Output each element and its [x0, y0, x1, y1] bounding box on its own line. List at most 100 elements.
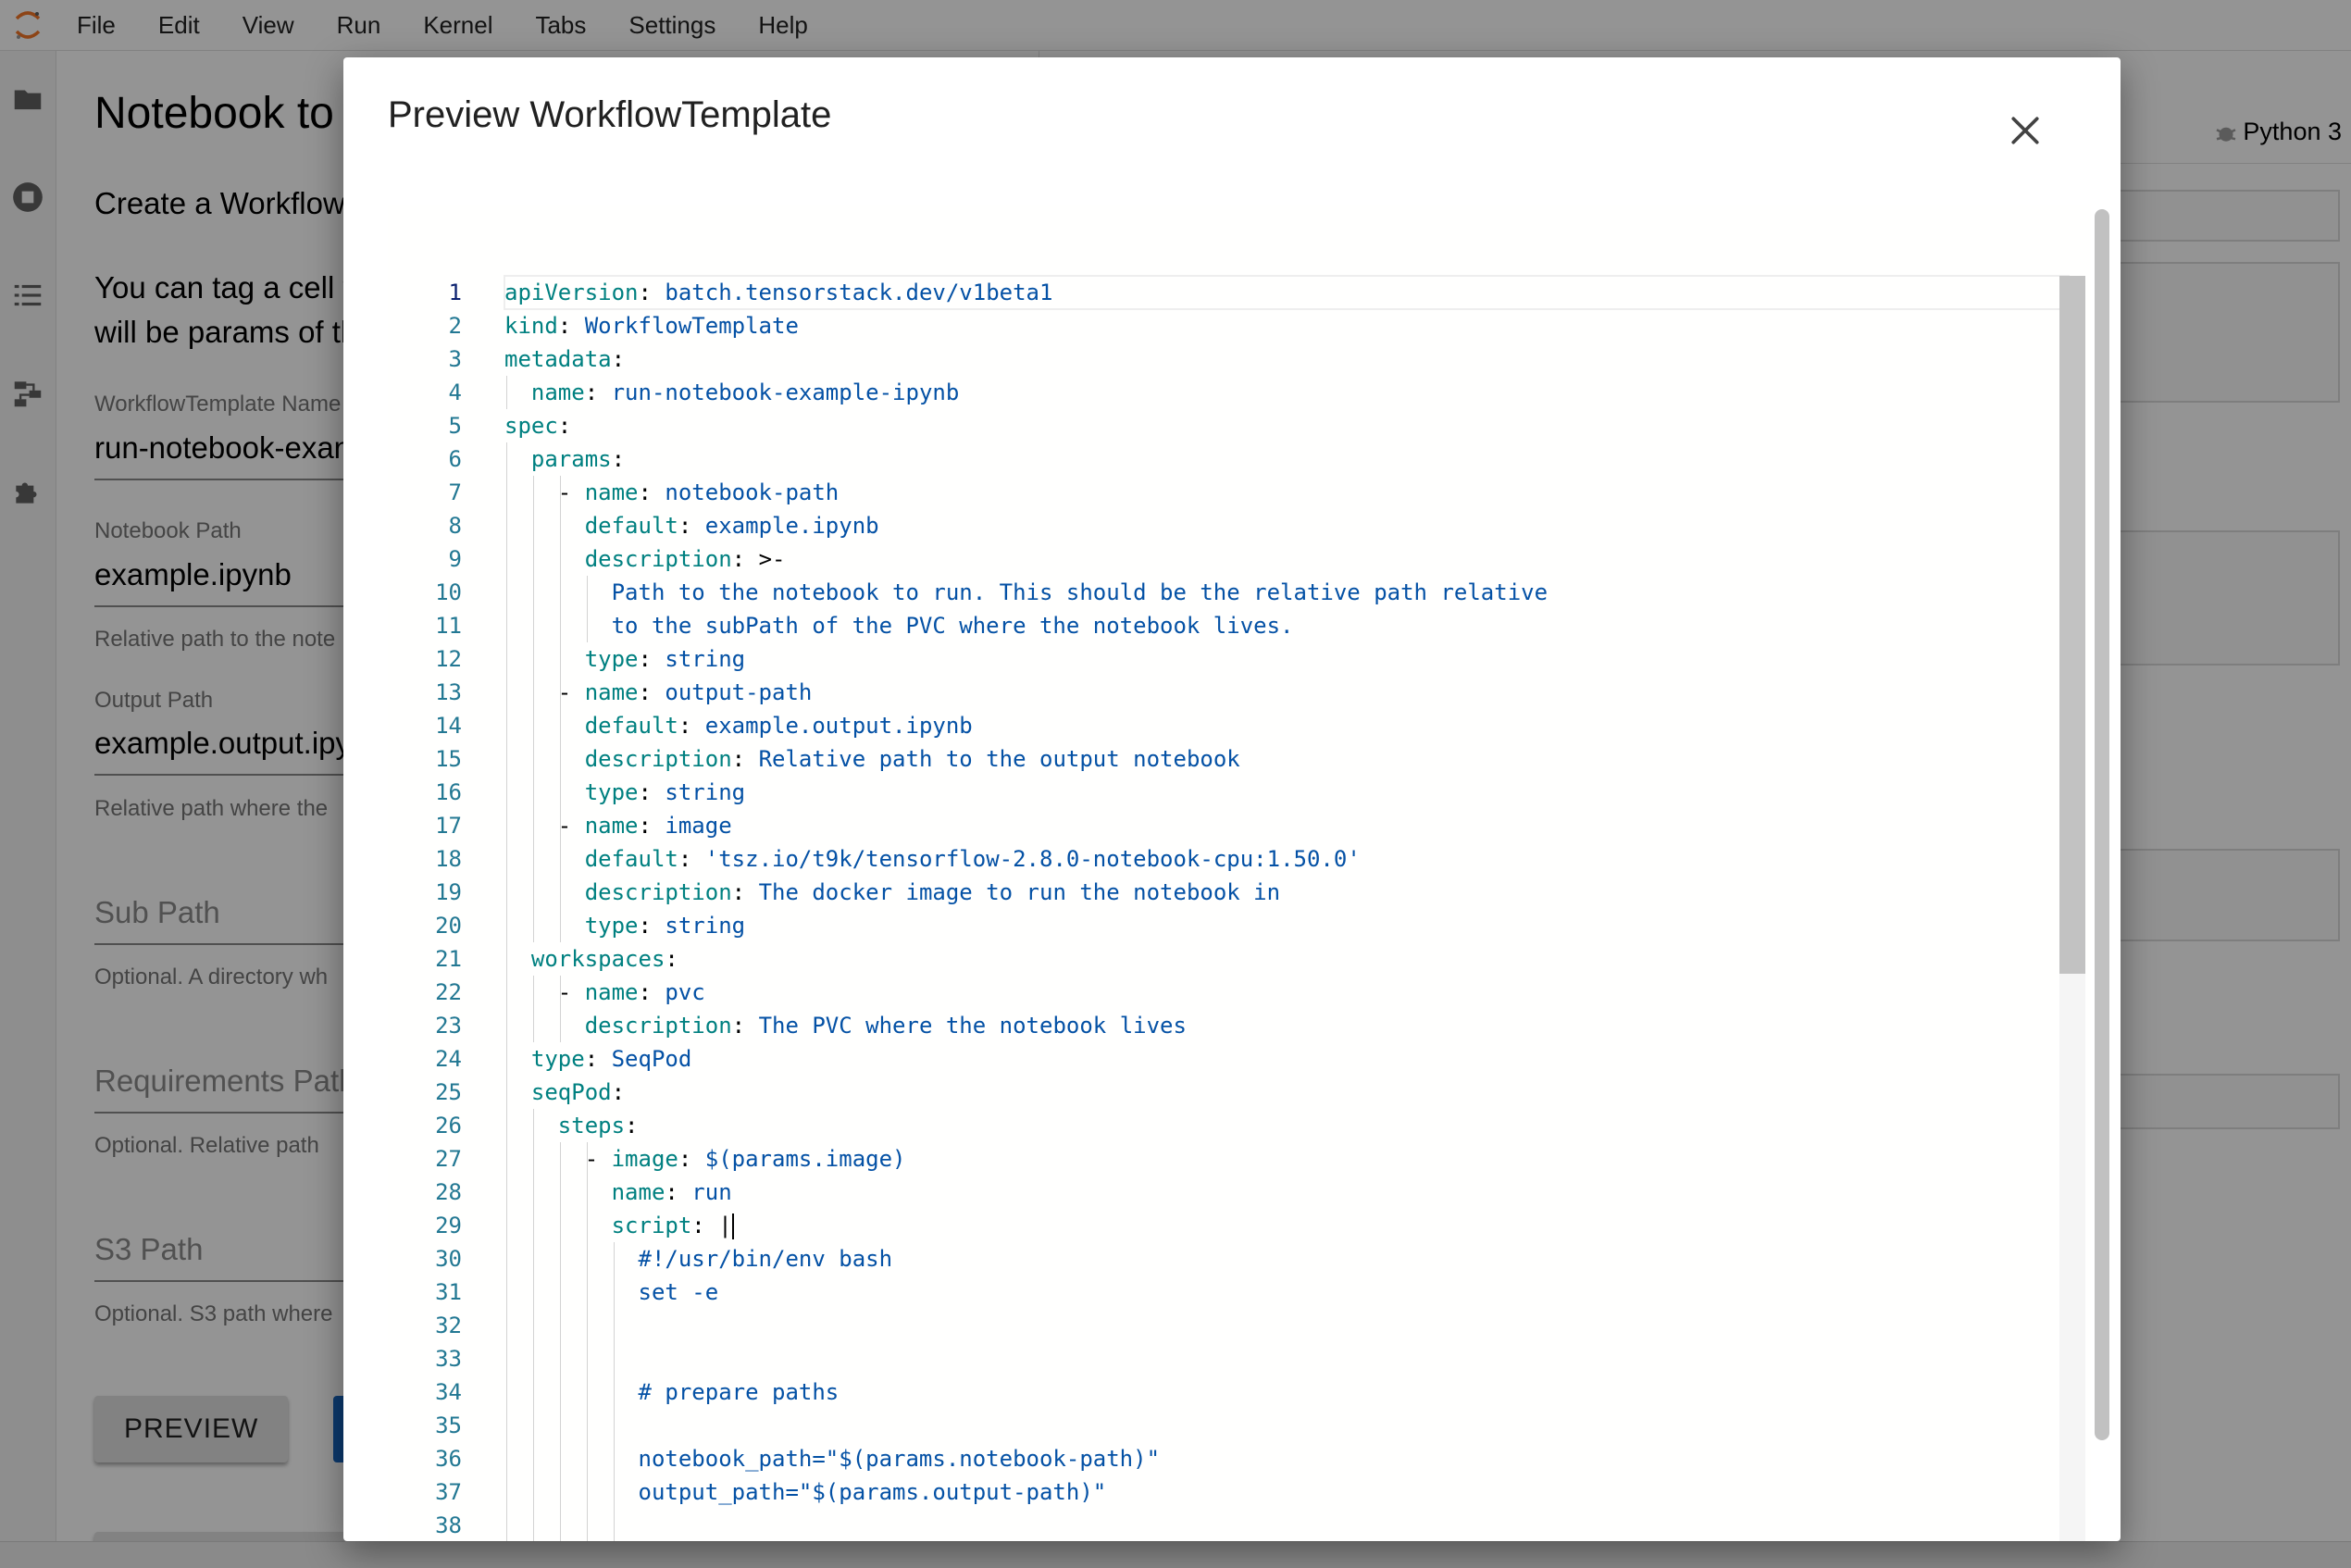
indent-guide [586, 1142, 588, 1541]
yaml-key: type [584, 646, 639, 672]
yaml-key: name [530, 380, 585, 405]
yaml-separator: : [584, 1046, 612, 1072]
yaml-value: run [691, 1179, 732, 1205]
yaml-separator: : [678, 513, 705, 539]
yaml-separator: : [638, 646, 665, 672]
line-number: 14 [435, 713, 462, 739]
line-number: 21 [435, 946, 462, 972]
yaml-key: description [584, 746, 732, 772]
code-line[interactable]: - name: pvc [504, 976, 2069, 1009]
code-lines[interactable]: apiVersion: batch.tensorstack.dev/v1beta… [504, 275, 2070, 1541]
code-line[interactable] [504, 1509, 2069, 1541]
code-line[interactable]: script: | [504, 1209, 2069, 1242]
indent-guide [559, 1142, 561, 1541]
editor-scrollbar-thumb[interactable] [2059, 276, 2085, 974]
yaml-key: workspaces [530, 946, 665, 972]
code-line[interactable]: description: >- [504, 542, 2069, 576]
line-number: 30 [435, 1246, 462, 1272]
code-line[interactable]: name: run-notebook-example-ipynb [504, 376, 2069, 409]
code-line[interactable]: params: [504, 442, 2069, 476]
code-line[interactable]: default: example.ipynb [504, 509, 2069, 542]
yaml-key: steps [557, 1113, 626, 1139]
code-line[interactable]: Path to the notebook to run. This should… [504, 576, 2069, 609]
code-line[interactable] [504, 1409, 2069, 1442]
code-line[interactable]: metadata: [504, 342, 2069, 376]
code-line[interactable]: workspaces: [504, 942, 2069, 976]
code-line[interactable]: description: The PVC where the notebook … [504, 1009, 2069, 1042]
line-number: 6 [448, 446, 462, 472]
yaml-separator: : [665, 1179, 692, 1205]
yaml-key: description [584, 879, 732, 905]
yaml-separator: : [625, 1113, 639, 1139]
code-line[interactable]: set -e [504, 1276, 2069, 1309]
dialog-scrollbar[interactable] [2095, 209, 2109, 1440]
yaml-value: Relative path to the output notebook [758, 746, 1240, 772]
line-number: 28 [435, 1179, 462, 1205]
code-line[interactable]: type: string [504, 776, 2069, 809]
code-line[interactable]: - image: $(params.image) [504, 1142, 2069, 1176]
line-number: 35 [435, 1412, 462, 1438]
yaml-separator: : [638, 813, 665, 839]
line-number: 18 [435, 846, 462, 872]
yaml-separator: : [678, 713, 705, 739]
indent-guide [559, 976, 561, 1042]
yaml-separator: : [584, 380, 612, 405]
code-line[interactable] [504, 1342, 2069, 1375]
code-line[interactable]: notebook_path="$(params.notebook-path)" [504, 1442, 2069, 1475]
yaml-value: notebook_path="$(params.notebook-path)" [638, 1446, 1161, 1472]
code-line[interactable]: - name: image [504, 809, 2069, 842]
code-indent: - [504, 979, 585, 1005]
yaml-value: | [718, 1213, 732, 1238]
yaml-separator: : [638, 479, 665, 505]
code-line[interactable]: description: Relative path to the output… [504, 742, 2069, 776]
line-number: 25 [435, 1079, 462, 1105]
code-line[interactable]: default: example.output.ipynb [504, 709, 2069, 742]
yaml-value: string [665, 779, 746, 805]
yaml-value: run-notebook-example-ipynb [611, 380, 960, 405]
code-line[interactable]: #!/usr/bin/env bash [504, 1242, 2069, 1276]
code-line[interactable]: # prepare paths [504, 1375, 2069, 1409]
yaml-value: set -e [638, 1279, 719, 1305]
yaml-value: The PVC where the notebook lives [758, 1013, 1187, 1039]
code-line[interactable]: type: string [504, 642, 2069, 676]
line-number: 32 [435, 1313, 462, 1338]
line-number: 20 [435, 913, 462, 939]
code-line[interactable]: description: The docker image to run the… [504, 876, 2069, 909]
yaml-code-editor[interactable]: 1 2 3 4 5 6 7 8 9 10 11 12 13 14 15 16 17 18 19 20 21 22 23 24 2… [388, 205, 2091, 1541]
yaml-key: default [584, 513, 678, 539]
yaml-value: $(params.image) [704, 1146, 906, 1172]
code-line[interactable]: to the subPath of the PVC where the note… [504, 609, 2069, 642]
line-number: 33 [435, 1346, 462, 1372]
yaml-key: spec [504, 413, 558, 439]
yaml-key: name [584, 813, 639, 839]
code-line[interactable]: steps: [504, 1109, 2069, 1142]
yaml-key: image [611, 1146, 678, 1172]
close-icon[interactable] [2002, 107, 2048, 154]
yaml-separator: : [611, 446, 626, 472]
code-line[interactable]: output_path="$(params.output-path)" [504, 1475, 2069, 1509]
yaml-key: script [611, 1213, 692, 1238]
code-line[interactable]: spec: [504, 409, 2069, 442]
yaml-value: output_path="$(params.output-path)" [638, 1479, 1107, 1505]
code-line[interactable]: seqPod: [504, 1076, 2069, 1109]
code-line[interactable]: kind: WorkflowTemplate [504, 309, 2069, 342]
code-line[interactable]: - name: output-path [504, 676, 2069, 709]
code-line[interactable]: default: 'tsz.io/t9k/tensorflow-2.8.0-no… [504, 842, 2069, 876]
yaml-value: string [665, 646, 746, 672]
code-line[interactable]: apiVersion: batch.tensorstack.dev/v1beta… [504, 275, 2070, 310]
code-line[interactable]: name: run [504, 1176, 2069, 1209]
yaml-key: params [530, 446, 612, 472]
code-line[interactable]: type: string [504, 909, 2069, 942]
code-line[interactable] [504, 1309, 2069, 1342]
line-number: 17 [435, 813, 462, 839]
code-line[interactable]: - name: notebook-path [504, 476, 2069, 509]
code-line[interactable]: type: SeqPod [504, 1042, 2069, 1076]
yaml-value: output-path [665, 679, 813, 705]
yaml-separator: : [557, 313, 585, 339]
